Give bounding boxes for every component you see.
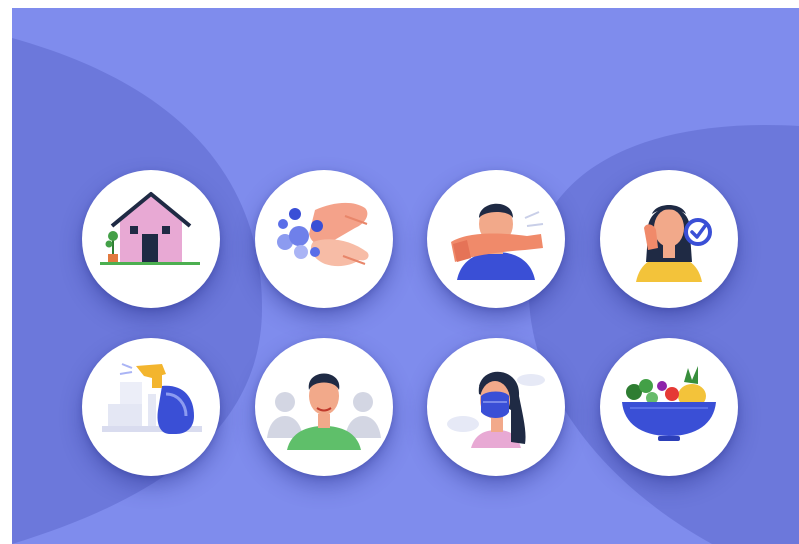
stay-home-tile (82, 170, 220, 308)
healthy-diet-tile (600, 338, 738, 476)
illustration-canvas (12, 8, 799, 544)
food-bowl-icon (622, 366, 716, 441)
cough-elbow-icon (451, 203, 544, 280)
wear-mask-tile (427, 338, 565, 476)
hand-washing-icon (277, 202, 369, 267)
no-face-touch-icon (636, 205, 712, 282)
social-distancing-tile (255, 338, 393, 476)
avoid-touching-face-tile (600, 170, 738, 308)
wash-hands-tile (255, 170, 393, 308)
face-mask-icon (447, 371, 545, 448)
disinfect-surfaces-tile (82, 338, 220, 476)
spray-bottle-icon (102, 363, 202, 434)
house-icon (100, 192, 200, 265)
distancing-icon (267, 373, 381, 450)
cough-into-elbow-tile (427, 170, 565, 308)
